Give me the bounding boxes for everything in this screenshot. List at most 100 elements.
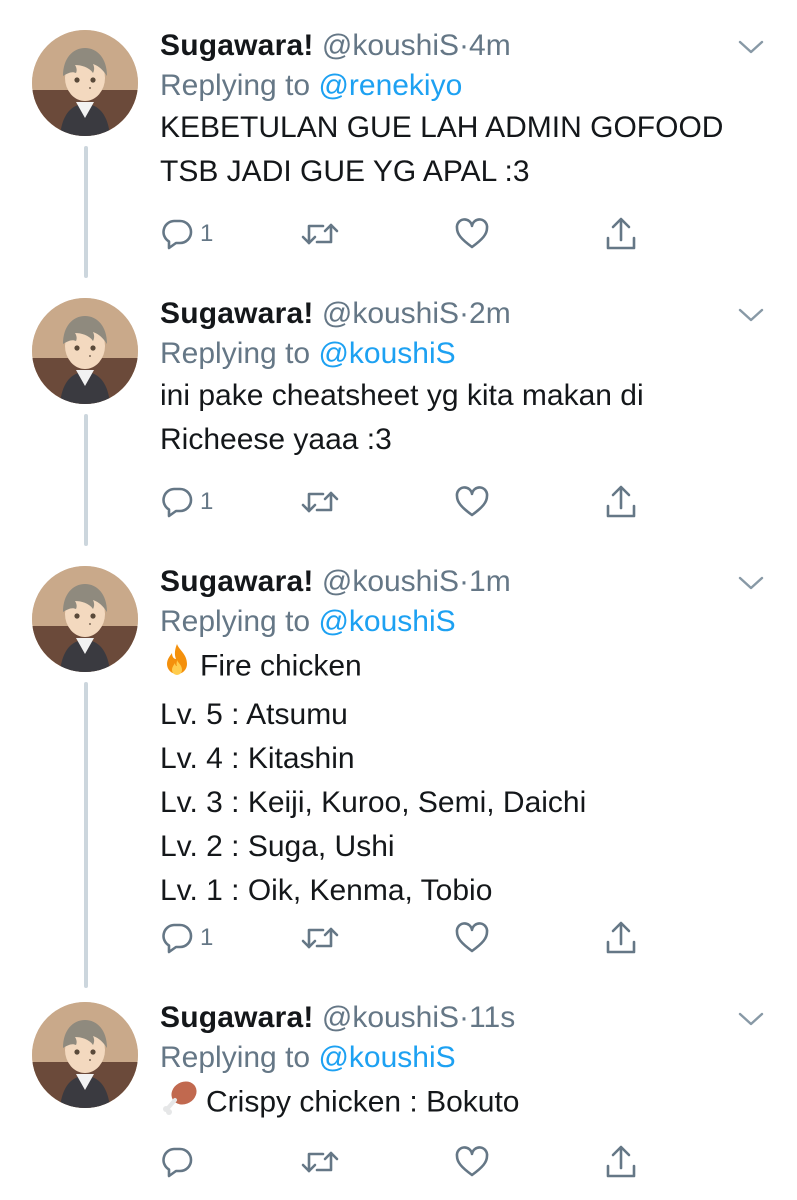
tweet-line: Fire chicken bbox=[160, 642, 760, 693]
separator-dot: · bbox=[459, 29, 470, 62]
replying-to-label: Replying to bbox=[160, 69, 311, 102]
fire-emoji bbox=[160, 642, 194, 693]
tweet-line: Lv. 3 : Keiji, Kuroo, Semi, Daichi bbox=[160, 786, 587, 819]
share-button[interactable] bbox=[604, 214, 638, 254]
tweet-header: Sugawara! @koushiS·2m bbox=[160, 294, 511, 334]
avatar[interactable] bbox=[32, 566, 138, 672]
chevron-down-icon[interactable] bbox=[738, 306, 764, 324]
tweet-line: Crispy chicken : Bokuto bbox=[160, 1078, 760, 1129]
share-icon bbox=[604, 484, 638, 520]
like-button[interactable] bbox=[454, 482, 490, 522]
separator-dot: · bbox=[459, 1001, 470, 1034]
retweet-icon bbox=[300, 485, 340, 519]
replying-to-label: Replying to bbox=[160, 605, 311, 638]
reply-button[interactable]: 1 bbox=[160, 214, 213, 254]
chevron-down-icon[interactable] bbox=[738, 574, 764, 592]
retweet-button[interactable] bbox=[300, 1142, 340, 1182]
tweet-line-text: Fire chicken bbox=[200, 649, 362, 683]
like-button[interactable] bbox=[454, 1142, 490, 1182]
user-handle[interactable]: @koushiS bbox=[322, 565, 459, 598]
mention-link[interactable]: @koushiS bbox=[318, 337, 455, 370]
separator-dot: · bbox=[459, 565, 470, 598]
reply-icon bbox=[160, 1145, 194, 1179]
tweet-line: TSB JADI GUE YG APAL :3 bbox=[160, 155, 530, 188]
replying-to: Replying to @koushiS bbox=[160, 334, 456, 374]
tweet-text: KEBETULAN GUE LAH ADMIN GOFOOD TSB JADI … bbox=[160, 106, 760, 194]
retweet-icon bbox=[300, 1145, 340, 1179]
reply-icon bbox=[160, 485, 194, 519]
tweet-line: Lv. 1 : Oik, Kenma, Tobio bbox=[160, 874, 493, 907]
mention-link[interactable]: @koushiS bbox=[318, 605, 455, 638]
chevron-down-icon[interactable] bbox=[738, 1010, 764, 1028]
tweet-text: Fire chicken Lv. 5 : Atsumu Lv. 4 : Kita… bbox=[160, 642, 760, 913]
separator-dot: · bbox=[459, 297, 470, 330]
tweet-header: Sugawara! @koushiS·4m bbox=[160, 26, 511, 66]
thread-line bbox=[84, 414, 88, 546]
replying-to: Replying to @koushiS bbox=[160, 1038, 456, 1078]
action-bar: 1 bbox=[160, 482, 640, 522]
timestamp[interactable]: 2m bbox=[469, 297, 511, 330]
reply-count: 1 bbox=[200, 924, 214, 951]
reply-button[interactable] bbox=[160, 1142, 200, 1182]
mention-link[interactable]: @koushiS bbox=[318, 1041, 455, 1074]
action-bar: 1 bbox=[160, 214, 640, 254]
avatar[interactable] bbox=[32, 1002, 138, 1108]
action-bar bbox=[160, 1142, 640, 1182]
user-handle[interactable]: @koushiS bbox=[322, 1001, 459, 1034]
retweet-button[interactable] bbox=[300, 482, 340, 522]
drumstick-emoji bbox=[160, 1078, 200, 1129]
reply-icon bbox=[160, 921, 194, 955]
share-icon bbox=[604, 216, 638, 252]
retweet-icon bbox=[300, 217, 340, 251]
share-button[interactable] bbox=[604, 1142, 638, 1182]
reply-count: 1 bbox=[200, 488, 214, 515]
thread-line bbox=[84, 682, 88, 988]
like-icon bbox=[454, 217, 490, 251]
chevron-down-icon[interactable] bbox=[738, 38, 764, 56]
tweet-line-text: Crispy chicken : Bokuto bbox=[206, 1085, 520, 1119]
like-icon bbox=[454, 921, 490, 955]
user-handle[interactable]: @koushiS bbox=[322, 297, 459, 330]
reply-button[interactable]: 1 bbox=[160, 482, 213, 522]
tweet-line: Richeese yaaa :3 bbox=[160, 423, 392, 456]
tweet-line: KEBETULAN GUE LAH ADMIN GOFOOD bbox=[160, 111, 724, 144]
share-icon bbox=[604, 920, 638, 956]
reply-icon bbox=[160, 217, 194, 251]
share-button[interactable] bbox=[604, 918, 638, 958]
avatar[interactable] bbox=[32, 298, 138, 404]
reply-count: 1 bbox=[200, 220, 214, 247]
retweet-button[interactable] bbox=[300, 214, 340, 254]
share-icon bbox=[604, 1144, 638, 1180]
like-button[interactable] bbox=[454, 918, 490, 958]
mention-link[interactable]: @renekiyo bbox=[318, 69, 462, 102]
avatar[interactable] bbox=[32, 30, 138, 136]
tweet-header: Sugawara! @koushiS·1m bbox=[160, 562, 511, 602]
display-name[interactable]: Sugawara! bbox=[160, 29, 314, 62]
timestamp[interactable]: 11s bbox=[469, 1001, 515, 1034]
timestamp[interactable]: 1m bbox=[469, 565, 511, 598]
action-bar: 1 bbox=[160, 918, 640, 958]
display-name[interactable]: Sugawara! bbox=[160, 565, 314, 598]
replying-to: Replying to @renekiyo bbox=[160, 66, 462, 106]
tweet-header: Sugawara! @koushiS·11s bbox=[160, 998, 515, 1038]
retweet-icon bbox=[300, 921, 340, 955]
tweet-line: Lv. 5 : Atsumu bbox=[160, 698, 348, 731]
share-button[interactable] bbox=[604, 482, 638, 522]
like-icon bbox=[454, 485, 490, 519]
thread-line bbox=[84, 146, 88, 278]
tweet-text: ini pake cheatsheet yg kita makan di Ric… bbox=[160, 374, 760, 462]
replying-to-label: Replying to bbox=[160, 1041, 311, 1074]
display-name[interactable]: Sugawara! bbox=[160, 1001, 314, 1034]
like-icon bbox=[454, 1145, 490, 1179]
tweet-line: ini pake cheatsheet yg kita makan di bbox=[160, 379, 644, 412]
tweet-line: Lv. 2 : Suga, Ushi bbox=[160, 830, 395, 863]
retweet-button[interactable] bbox=[300, 918, 340, 958]
tweet-text: Crispy chicken : Bokuto bbox=[160, 1078, 760, 1129]
reply-button[interactable]: 1 bbox=[160, 918, 213, 958]
timestamp[interactable]: 4m bbox=[469, 29, 511, 62]
display-name[interactable]: Sugawara! bbox=[160, 297, 314, 330]
replying-to: Replying to @koushiS bbox=[160, 602, 456, 642]
like-button[interactable] bbox=[454, 214, 490, 254]
user-handle[interactable]: @koushiS bbox=[322, 29, 459, 62]
tweet-line: Lv. 4 : Kitashin bbox=[160, 742, 355, 775]
